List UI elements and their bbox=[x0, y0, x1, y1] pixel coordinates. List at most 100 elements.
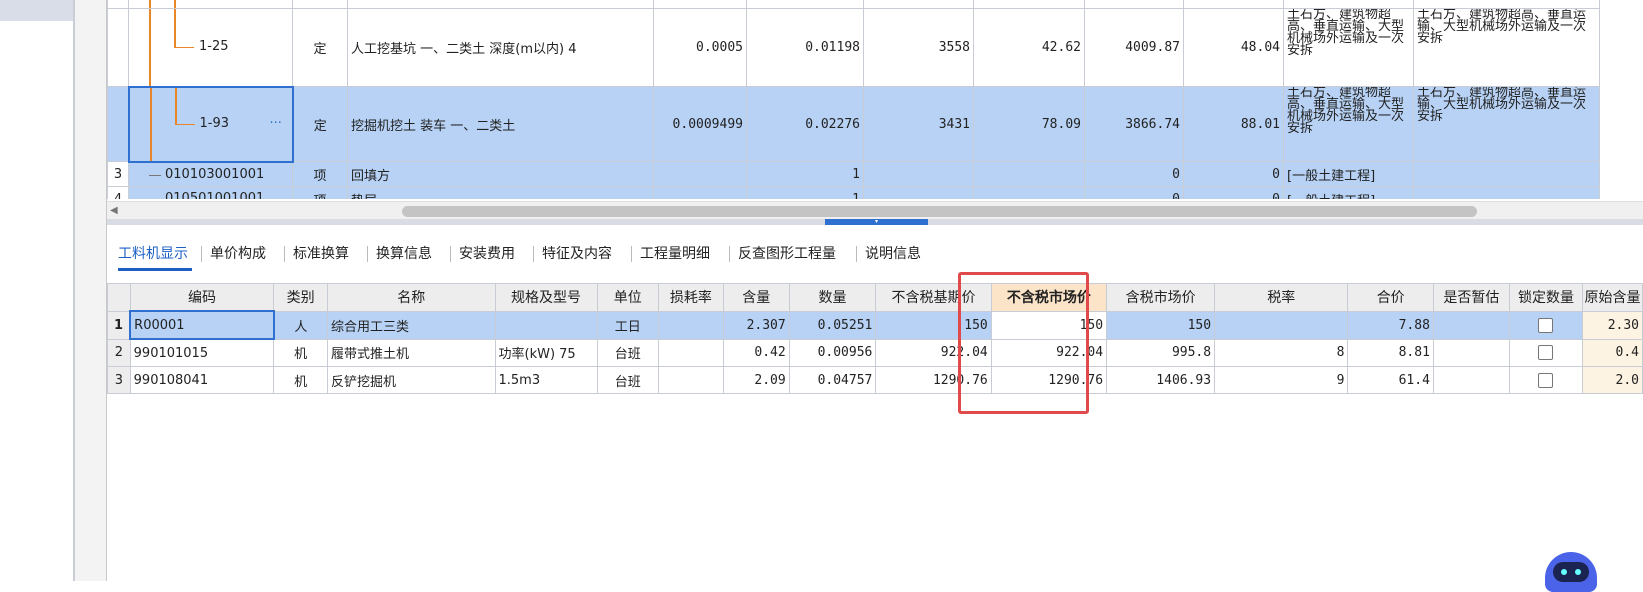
base-price-cell[interactable]: 150 bbox=[875, 310, 992, 340]
quantity-cell[interactable]: 0.00956 bbox=[788, 338, 877, 367]
column-header[interactable]: 原始含量 bbox=[1582, 283, 1643, 312]
item-table: 1-25 定 人工挖基坑 一、二类土 深度(m以内) 4 0.0005 0.01… bbox=[107, 0, 1600, 199]
code-cell[interactable]: 1-93 ··· bbox=[127, 85, 294, 163]
tab-standard-conversion[interactable]: 标准换算 bbox=[293, 243, 349, 263]
column-header[interactable]: 税率 bbox=[1214, 283, 1349, 312]
quantity-cell[interactable]: 0.04757 bbox=[788, 366, 877, 394]
value-cell: 0.0005 bbox=[653, 8, 747, 87]
unit-cell[interactable]: 台班 bbox=[596, 338, 659, 367]
column-header[interactable]: 含税市场价 bbox=[1106, 283, 1216, 312]
column-header[interactable]: 编码 bbox=[129, 283, 275, 312]
unit-cell[interactable]: 工日 bbox=[596, 310, 659, 340]
table-row-selected[interactable]: 1-93 ··· 定 挖掘机挖土 装车 一、二类土 0.0009499 0.022… bbox=[107, 85, 1600, 163]
resource-grid: 编码 类别 名称 规格及型号 单位 损耗率 含量 数量 不含税基期价 不含税市场… bbox=[107, 283, 1643, 581]
table-row[interactable] bbox=[107, 0, 1600, 9]
name-cell[interactable]: 履带式推土机 bbox=[326, 338, 496, 367]
content-cell[interactable]: 0.42 bbox=[722, 338, 790, 367]
robot-assistant-icon[interactable] bbox=[1540, 548, 1602, 592]
unit-cell[interactable]: 台班 bbox=[596, 366, 659, 394]
loss-rate-cell[interactable] bbox=[657, 310, 724, 340]
value-cell: 0 bbox=[1183, 186, 1284, 199]
spec-cell[interactable]: 功率(kW) 75 bbox=[494, 338, 598, 367]
column-header[interactable]: 损耗率 bbox=[657, 283, 724, 312]
tax-rate-cell[interactable] bbox=[1214, 310, 1349, 340]
spec-cell[interactable]: 1.5m3 bbox=[494, 366, 598, 394]
content-cell[interactable]: 2.09 bbox=[722, 366, 790, 394]
value-cell: 42.62 bbox=[973, 8, 1085, 87]
market-price-cell[interactable]: 1290.76 bbox=[990, 366, 1108, 394]
robot-eye bbox=[1561, 569, 1567, 575]
name-cell[interactable]: 综合用工三类 bbox=[326, 310, 496, 340]
column-header[interactable]: 合价 bbox=[1347, 283, 1434, 312]
table-row[interactable]: 2 990101015 机 履带式推土机 功率(kW) 75 台班 0.42 0… bbox=[107, 338, 1643, 367]
column-header[interactable]: 不含税基期价 bbox=[875, 283, 992, 312]
tab-features[interactable]: 特征及内容 bbox=[542, 243, 612, 263]
pane-splitter[interactable]: ▾ bbox=[107, 219, 1643, 225]
base-price-cell[interactable]: 922.04 bbox=[875, 338, 992, 367]
column-header[interactable]: 名称 bbox=[326, 283, 496, 312]
code-cell[interactable]: R00001 bbox=[129, 310, 275, 340]
value-cell bbox=[973, 186, 1085, 199]
tab-installation-fee[interactable]: 安装费用 bbox=[459, 243, 515, 263]
column-header[interactable]: 含量 bbox=[722, 283, 790, 312]
table-row-selected[interactable]: 1 R00001 人 综合用工三类 工日 2.307 0.05251 150 1… bbox=[107, 310, 1643, 340]
lock-quantity-cell bbox=[1508, 338, 1584, 367]
tab-unit-price[interactable]: 单价构成 bbox=[210, 243, 266, 263]
quantity-cell[interactable]: 0.05251 bbox=[788, 310, 877, 340]
name-cell[interactable]: 反铲挖掘机 bbox=[326, 366, 496, 394]
lock-quantity-checkbox[interactable] bbox=[1538, 372, 1554, 388]
code-cell[interactable]: 990101015 bbox=[129, 338, 275, 367]
column-header[interactable]: 类别 bbox=[273, 283, 328, 312]
taxed-price-cell[interactable]: 1406.93 bbox=[1106, 366, 1216, 394]
code-cell[interactable]: 1-25 bbox=[128, 8, 293, 87]
tab-description[interactable]: 说明信息 bbox=[865, 243, 921, 263]
loss-rate-cell[interactable] bbox=[657, 338, 724, 367]
lock-quantity-checkbox[interactable] bbox=[1538, 317, 1554, 333]
market-price-input[interactable]: 150 bbox=[990, 310, 1108, 340]
category-cell[interactable]: 人 bbox=[273, 310, 328, 340]
table-row[interactable]: 3 010103001001 项 回填方 1 0 0 [一般土建工程] bbox=[107, 161, 1600, 187]
table-row[interactable]: 4 010501001001 项 垫层 1 0 0 [一般土建工程] bbox=[107, 186, 1600, 199]
tab-quantity-detail[interactable]: 工程量明细 bbox=[640, 243, 710, 263]
content-cell[interactable]: 2.307 bbox=[722, 310, 790, 340]
value-cell: 88.01 bbox=[1183, 86, 1284, 162]
spec-cell[interactable] bbox=[494, 310, 598, 340]
tab-labor-material-machine[interactable]: 工料机显示 bbox=[118, 243, 188, 263]
tab-conversion-info[interactable]: 换算信息 bbox=[376, 243, 432, 263]
column-header-highlighted[interactable]: 不含税市场价 bbox=[990, 283, 1108, 312]
estimate-cell[interactable] bbox=[1432, 310, 1510, 340]
ellipsis-button[interactable]: ··· bbox=[270, 116, 282, 131]
code-cell[interactable]: 990108041 bbox=[129, 366, 275, 394]
column-header[interactable]: 数量 bbox=[788, 283, 877, 312]
column-header[interactable]: 规格及型号 bbox=[494, 283, 598, 312]
tab-reverse-lookup[interactable]: 反查图形工程量 bbox=[738, 243, 836, 263]
column-header[interactable]: 是否暂估 bbox=[1432, 283, 1510, 312]
loss-rate-cell[interactable] bbox=[657, 366, 724, 394]
base-price-cell[interactable]: 1290.76 bbox=[875, 366, 992, 394]
estimate-cell[interactable] bbox=[1432, 338, 1510, 367]
estimate-cell[interactable] bbox=[1432, 366, 1510, 394]
splitter-handle-icon[interactable]: ▾ bbox=[825, 219, 928, 225]
tab-divider bbox=[284, 246, 285, 262]
market-price-cell[interactable]: 922.04 bbox=[990, 338, 1108, 367]
taxed-price-cell[interactable]: 150 bbox=[1106, 310, 1216, 340]
lock-quantity-checkbox[interactable] bbox=[1538, 345, 1554, 361]
specialty-cell: [一般土建工程] bbox=[1283, 161, 1414, 187]
specialty-cell bbox=[1413, 186, 1600, 199]
tax-rate-cell[interactable]: 9 bbox=[1214, 366, 1349, 394]
code-cell[interactable]: 010501001001 bbox=[128, 186, 293, 199]
taxed-price-cell[interactable]: 995.8 bbox=[1106, 338, 1216, 367]
category-cell[interactable]: 机 bbox=[273, 338, 328, 367]
value-cell: 3866.74 bbox=[1084, 86, 1184, 162]
value-cell: 0.0009499 bbox=[653, 86, 747, 162]
scroll-left-arrow-icon[interactable]: ◀ bbox=[110, 205, 118, 216]
table-row[interactable]: 3 990108041 机 反铲挖掘机 1.5m3 台班 2.09 0.0475… bbox=[107, 366, 1643, 394]
table-row[interactable]: 1-25 定 人工挖基坑 一、二类土 深度(m以内) 4 0.0005 0.01… bbox=[107, 8, 1600, 87]
column-header[interactable]: 单位 bbox=[596, 283, 659, 312]
scrollbar-thumb[interactable] bbox=[402, 206, 1477, 217]
left-panel-selected-item[interactable] bbox=[0, 0, 73, 21]
category-cell[interactable]: 机 bbox=[273, 366, 328, 394]
tax-rate-cell[interactable]: 8 bbox=[1214, 338, 1349, 367]
column-header[interactable]: 锁定数量 bbox=[1508, 283, 1584, 312]
code-cell[interactable]: 010103001001 bbox=[128, 161, 293, 187]
